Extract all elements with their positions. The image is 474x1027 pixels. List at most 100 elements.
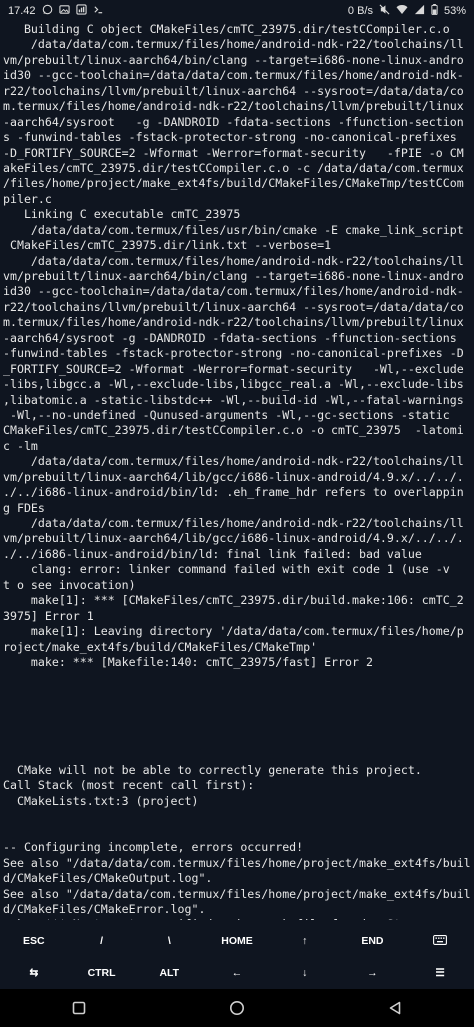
terminal-line: -aarch64/sysroot -g -DANDROID -fdata-sec… — [3, 330, 457, 345]
terminal-icon — [93, 4, 104, 18]
key-menu[interactable]: ☰ — [406, 957, 474, 989]
key-right[interactable]: → — [339, 957, 407, 989]
terminal-line: CMakeFiles/cmTC_23975.dir/link.txt --ver… — [3, 238, 332, 253]
terminal-line: m.termux/files/home/android-ndk-r22/tool… — [3, 315, 464, 330]
terminal-line: Building C object CMakeFiles/cmTC_23975.… — [3, 22, 450, 36]
key-tab[interactable]: ⇆ — [0, 957, 68, 989]
status-bar-right: 0 B/s 53% — [348, 4, 466, 18]
key-end-label: END — [361, 935, 384, 947]
key-left[interactable]: ← — [203, 957, 271, 989]
terminal-line: d/CMakeFiles/CMakeOutput.log". — [3, 871, 213, 886]
key-home[interactable]: HOME — [203, 925, 271, 957]
terminal-line: id30 --gcc-toolchain=/data/data/com.term… — [3, 68, 464, 83]
whatsapp-icon — [42, 4, 53, 18]
terminal-line: id30 --gcc-toolchain=/data/data/com.term… — [3, 284, 464, 299]
terminal-line: Linking C executable cmTC_23975 — [3, 207, 241, 222]
terminal-line: /data/data/com.termux/files/home/android… — [3, 454, 464, 469]
key-keyboard[interactable] — [406, 925, 474, 957]
terminal-line: r22/toolchains/llvm/prebuilt/linux-aarch… — [3, 299, 464, 314]
battery-icon — [431, 4, 438, 18]
terminal-line: 3975] Error 1 — [3, 608, 94, 623]
key-down-label: ↓ — [302, 967, 308, 979]
gallery-icon — [58, 4, 70, 18]
terminal-line: -libs,libgcc.a -Wl,--exclude-libs,libgcc… — [3, 377, 464, 392]
key-slash[interactable]: / — [68, 925, 136, 957]
terminal-line: /data/data/com.termux/files/home/android… — [3, 253, 464, 268]
terminal-line: vm/prebuilt/linux-aarch64/lib/gcc/i686-l… — [3, 531, 464, 546]
terminal-line: CMakeFiles/cmTC_23975.dir/testCCompiler.… — [3, 423, 464, 438]
terminal-line: Call Stack (most recent call first): — [3, 778, 255, 793]
terminal-line: ./../i686-linux-android/bin/ld: .eh_fram… — [3, 485, 464, 500]
key-alt-label: ALT — [159, 967, 180, 979]
terminal-line: ./../i686-linux-android/bin/ld: final li… — [3, 546, 422, 561]
key-ctrl-label: CTRL — [87, 967, 116, 979]
terminal-line: m.termux/files/home/android-ndk-r22/tool… — [3, 99, 464, 114]
terminal-line: _FORTIFY_SOURCE=2 -Wformat -Werror=forma… — [3, 361, 464, 376]
terminal-line: d/CMakeFiles/CMakeError.log". — [3, 901, 206, 916]
terminal-line: -D_FORTIFY_SOURCE=2 -Wformat -Werror=for… — [3, 145, 464, 160]
terminal-line: clang: error: linker command failed with… — [3, 562, 450, 577]
key-right-label: → — [367, 967, 378, 979]
key-tab-label: ⇆ — [29, 967, 39, 979]
terminal-line: /data/data/com.termux/files/home/android… — [3, 37, 464, 52]
terminal-line: -funwind-tables -fstack-protector-strong… — [3, 346, 464, 361]
terminal-line: /data/data/com.termux/files/usr/bin/cmak… — [3, 222, 464, 237]
navigation-bar — [0, 989, 474, 1027]
key-slash-label: / — [100, 935, 104, 947]
terminal-line: See also "/data/data/com.termux/files/ho… — [3, 855, 471, 870]
key-esc[interactable]: ESC — [0, 925, 68, 957]
terminal-line: vm/prebuilt/linux-aarch64/bin/clang --ta… — [3, 52, 464, 67]
data-usage-icon — [75, 4, 87, 18]
terminal-line: See also "/data/data/com.termux/files/ho… — [3, 886, 471, 901]
terminal-line: s -funwind-tables -fstack-protector-stro… — [3, 130, 457, 145]
terminal-line: -aarch64/sysroot -g -DANDROID -fdata-sec… — [3, 114, 464, 129]
keyboard-icon — [433, 934, 448, 948]
key-home-label: HOME — [221, 935, 253, 947]
terminal-line: /files/home/project/make_ext4fs/build/CM… — [3, 176, 464, 191]
key-esc-label: ESC — [23, 935, 45, 947]
terminal-line: make[1]: Leaving directory '/data/data/c… — [3, 624, 464, 639]
key-end[interactable]: END — [339, 925, 407, 957]
terminal-line: vm/prebuilt/linux-aarch64/bin/clang --ta… — [3, 269, 464, 283]
key-menu-label: ☰ — [435, 967, 445, 979]
signal-icon — [414, 4, 425, 18]
terminal-line: -- Configuring incomplete, errors occurr… — [3, 840, 304, 855]
key-backslash[interactable]: \ — [135, 925, 203, 957]
net-speed: 0 B/s — [347, 5, 373, 17]
recents-icon[interactable] — [59, 993, 99, 1023]
extra-keys-bar: ESC / \ HOME ↑ END ⇆ CTRL ALT ← ↓ → ☰ — [0, 925, 474, 989]
terminal-line: /data/data/com.termux/files/home/android… — [3, 516, 464, 530]
terminal-line: make[1]: *** [CMakeFiles/cmTC_23975.dir/… — [3, 593, 464, 608]
terminal-line: r22/toolchains/llvm/prebuilt/linux-aarch… — [3, 83, 464, 98]
terminal-line: CMake will not be able to correctly gene… — [3, 763, 422, 777]
key-alt[interactable]: ALT — [135, 957, 203, 989]
terminal-line: akeFiles/cmTC_23975.dir/testCCompiler.c.… — [3, 160, 464, 175]
terminal-line: c -lm — [3, 438, 38, 453]
status-bar-left: 17.42 — [8, 4, 104, 18]
back-icon[interactable] — [375, 993, 415, 1023]
status-bar: 17.42 0 B/s 53% — [0, 0, 474, 22]
terminal-line: make: *** [Makefile:140: cmTC_23975/fast… — [3, 654, 373, 669]
wifi-icon — [396, 4, 408, 18]
terminal-output[interactable]: Building C object CMakeFiles/cmTC_23975.… — [3, 22, 471, 920]
terminal-line: t o see invocation) — [3, 577, 136, 592]
key-left-label: ← — [231, 967, 243, 979]
status-time: 17.42 — [8, 5, 36, 17]
key-up[interactable]: ↑ — [271, 925, 339, 957]
key-ctrl[interactable]: CTRL — [68, 957, 136, 989]
terminal-line: roject/make_ext4fs/build/CMakeFiles/CMak… — [3, 639, 318, 654]
home-icon[interactable] — [217, 993, 257, 1023]
key-up-label: ↑ — [302, 935, 308, 947]
terminal-line: ,libatomic.a -static-libstdc++ -Wl,--bui… — [3, 392, 464, 407]
terminal-line: piler.c — [3, 191, 52, 206]
terminal-line: -Wl,--no-undefined -Qunused-arguments -W… — [3, 407, 450, 422]
key-down[interactable]: ↓ — [271, 957, 339, 989]
